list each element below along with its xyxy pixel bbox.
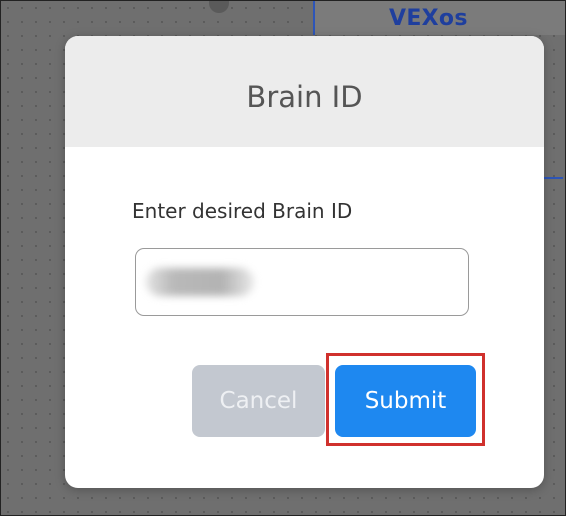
brain-id-input[interactable] (135, 248, 469, 316)
screenshot-frame: VEXos Brain ID Enter desired Brain ID Ca… (0, 0, 566, 516)
background-knob (209, 1, 229, 13)
submit-button[interactable]: Submit (335, 365, 476, 437)
brain-id-dialog: Brain ID Enter desired Brain ID Cancel S… (65, 36, 544, 488)
cancel-button[interactable]: Cancel (192, 365, 325, 437)
background-accent-line (541, 177, 563, 179)
brain-id-prompt: Enter desired Brain ID (132, 199, 353, 223)
background-app-title: VEXos (389, 6, 468, 31)
dialog-title: Brain ID (246, 80, 363, 114)
dialog-header: Brain ID (65, 36, 544, 147)
redacted-input-value (146, 268, 254, 296)
